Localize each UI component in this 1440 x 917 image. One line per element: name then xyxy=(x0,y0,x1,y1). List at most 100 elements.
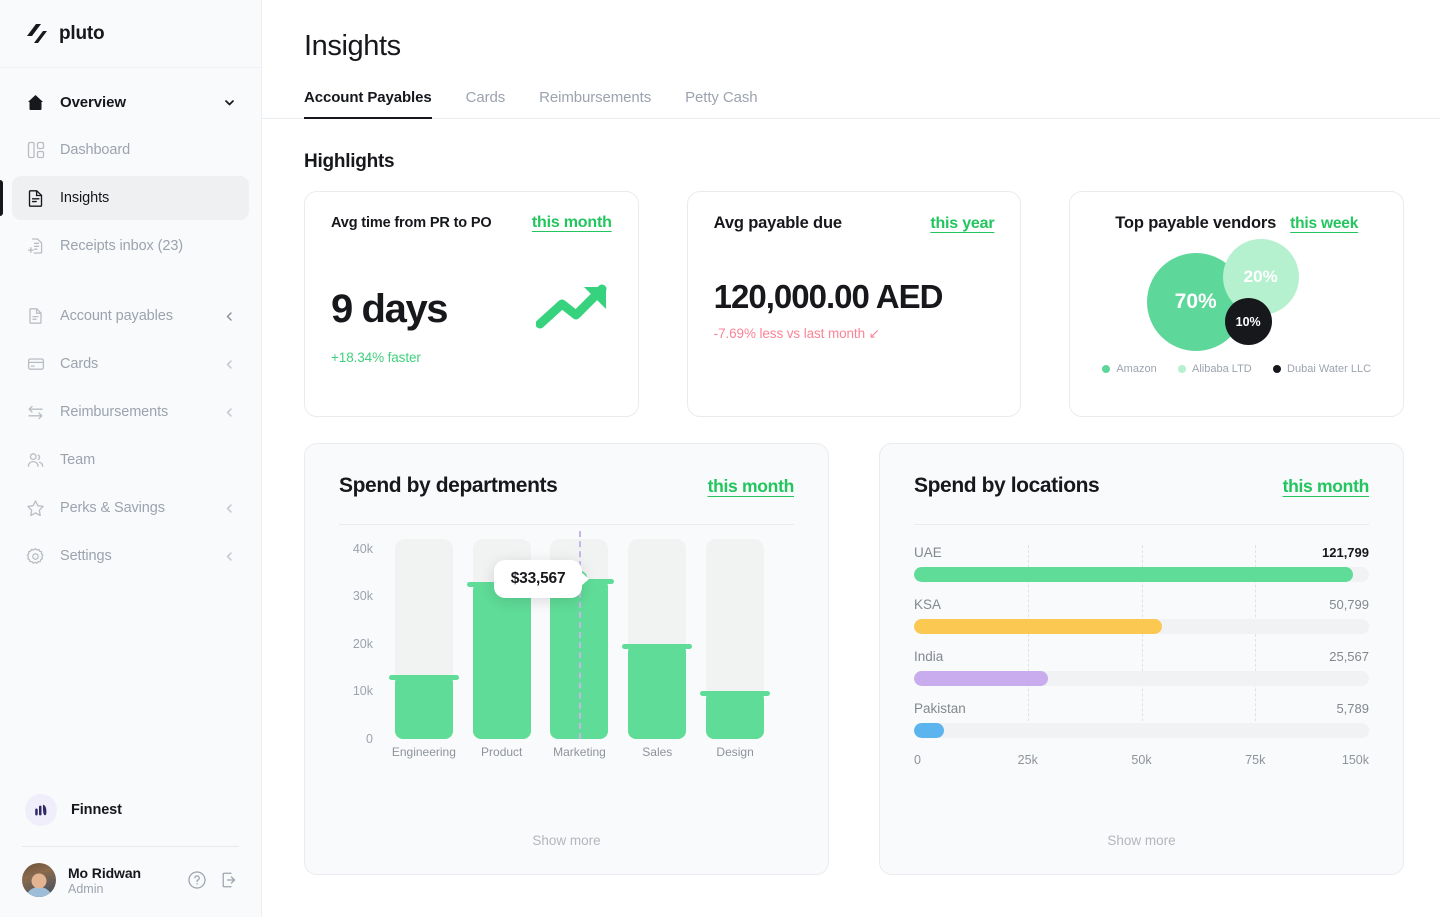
org-switcher[interactable]: Finnest xyxy=(0,782,261,838)
highlights-heading: Highlights xyxy=(304,151,395,172)
bar-cap xyxy=(388,674,459,680)
location-bar-track xyxy=(914,671,1369,686)
chevron-left-icon[interactable] xyxy=(223,310,236,323)
location-row: India 25,567 xyxy=(914,649,1369,686)
tab-cards[interactable]: Cards xyxy=(466,89,506,118)
y-tick-label: 30k xyxy=(352,589,373,604)
x-tick-label: Design xyxy=(716,745,754,759)
legend-dot-icon xyxy=(1273,365,1282,373)
period-selector[interactable]: this month xyxy=(708,476,795,497)
chevron-left-icon[interactable] xyxy=(223,550,236,563)
sidebar-item-settings[interactable]: Settings xyxy=(12,534,249,578)
org-name: Finnest xyxy=(71,802,122,818)
brand[interactable]: pluto xyxy=(0,0,261,68)
location-bar-fill[interactable] xyxy=(914,723,944,738)
location-bar-fill[interactable] xyxy=(914,619,1162,634)
logout-icon[interactable] xyxy=(219,870,239,890)
sidebar-item-insights[interactable]: Insights xyxy=(0,176,249,220)
location-bar-track xyxy=(914,567,1369,582)
brand-name: pluto xyxy=(59,22,105,44)
card-delta: -7.69% less vs last month ↙ xyxy=(713,326,880,341)
document-icon xyxy=(25,306,46,327)
location-bar-fill[interactable] xyxy=(914,671,1049,686)
bar-fill[interactable] xyxy=(388,674,459,739)
help-circle-icon[interactable] xyxy=(187,870,207,890)
location-bar-track xyxy=(914,723,1369,738)
location-row-header: KSA 50,799 xyxy=(914,597,1369,612)
bar-column[interactable]: $33,567 xyxy=(493,531,619,739)
chevron-left-icon[interactable] xyxy=(223,358,236,371)
card-value: 9 days xyxy=(331,286,449,331)
home-icon xyxy=(25,92,46,113)
location-rows: UAE 121,799 KSA 50,799 India 25,567 Pakistan 5,… xyxy=(914,545,1369,738)
panel-header: Spend by departments this month xyxy=(339,474,794,498)
show-more-button[interactable]: Show more xyxy=(305,833,828,848)
chart-tooltip: $33,567 xyxy=(493,560,583,599)
user-name: Mo Ridwan xyxy=(68,864,141,881)
highlights-row: Avg time from PR to PO this month 9 days xyxy=(262,173,1440,417)
chevron-left-icon[interactable] xyxy=(223,406,236,419)
vendors-legend: Amazon Alibaba LTD Dubai Water LLC xyxy=(1096,363,1377,375)
chevron-down-icon[interactable] xyxy=(223,96,236,109)
nav-separator xyxy=(0,272,261,290)
card-delta: +18.34% faster xyxy=(331,350,421,365)
panels-row: Spend by departments this month 40k 30k 20… xyxy=(262,417,1440,875)
sidebar-item-overview[interactable]: Overview xyxy=(12,80,249,124)
y-tick-label: 20k xyxy=(352,636,373,651)
gear-icon xyxy=(25,546,46,567)
star-icon xyxy=(25,498,46,519)
y-tick-label: 0 xyxy=(366,732,373,746)
period-selector[interactable]: this week xyxy=(1290,215,1358,233)
bar-fill[interactable] xyxy=(466,581,537,739)
tab-account-payables[interactable]: Account Payables xyxy=(304,89,432,119)
sidebar-item-receipts-inbox[interactable]: Receipts inbox (23) xyxy=(12,224,249,268)
sidebar-item-label: Receipts inbox (23) xyxy=(60,238,184,254)
x-tick-label: 0 xyxy=(914,753,921,767)
tab-reimbursements[interactable]: Reimbursements xyxy=(539,89,651,118)
bar-plot-area: $33,567 xyxy=(385,531,774,739)
location-row-header: UAE 121,799 xyxy=(914,545,1369,560)
x-tick-label: 75k xyxy=(1245,753,1266,767)
sidebar-item-account-payables[interactable]: Account payables xyxy=(12,294,249,338)
sidebar: pluto Overview Dashboard Insights Receip… xyxy=(0,0,262,917)
legend-label: Alibaba LTD xyxy=(1192,363,1252,375)
trend-up-arrow-icon xyxy=(535,280,612,337)
user-profile[interactable]: Mo Ridwan Admin xyxy=(0,857,261,903)
sidebar-item-label: Reimbursements xyxy=(60,404,169,420)
bar-column[interactable] xyxy=(618,539,696,739)
card-header: Avg time from PR to PO this month xyxy=(331,214,612,232)
y-tick-label: 10k xyxy=(352,684,373,699)
location-name: KSA xyxy=(914,597,942,612)
panel-header: Spend by locations this month xyxy=(914,474,1369,498)
sidebar-item-label: Perks & Savings xyxy=(60,500,165,516)
sidebar-item-dashboard[interactable]: Dashboard xyxy=(12,128,249,172)
sidebar-item-team[interactable]: Team xyxy=(12,438,249,482)
main-content: Insights Account Payables Cards Reimburs… xyxy=(262,0,1440,917)
team-icon xyxy=(25,450,46,471)
chevron-left-icon[interactable] xyxy=(223,502,236,515)
x-tick-label: 25k xyxy=(1017,753,1038,767)
bar-cap xyxy=(700,691,771,697)
period-selector[interactable]: this month xyxy=(1283,476,1370,497)
legend-item: Dubai Water LLC xyxy=(1273,363,1371,375)
sidebar-item-perks-savings[interactable]: Perks & Savings xyxy=(12,486,249,530)
show-more-button[interactable]: Show more xyxy=(880,833,1403,848)
location-bar-fill[interactable] xyxy=(914,567,1354,582)
avatar xyxy=(22,863,56,897)
period-selector[interactable]: this year xyxy=(930,215,994,233)
bar-column[interactable] xyxy=(385,539,463,739)
footer-divider xyxy=(22,846,239,847)
sidebar-item-label: Insights xyxy=(60,190,110,206)
bar-column[interactable] xyxy=(696,539,774,739)
location-row: KSA 50,799 xyxy=(914,597,1369,634)
sidebar-item-reimbursements[interactable]: Reimbursements xyxy=(12,390,249,434)
bar-fill[interactable] xyxy=(622,643,693,739)
panel-title: Spend by departments xyxy=(339,474,558,497)
period-selector[interactable]: this month xyxy=(532,214,612,232)
dashboard-icon xyxy=(25,140,46,161)
bar-cap xyxy=(622,643,693,649)
bar-fill[interactable] xyxy=(700,691,771,739)
sidebar-item-cards[interactable]: Cards xyxy=(12,342,249,386)
card-value-row: 9 days xyxy=(331,280,612,337)
tab-petty-cash[interactable]: Petty Cash xyxy=(685,89,757,118)
